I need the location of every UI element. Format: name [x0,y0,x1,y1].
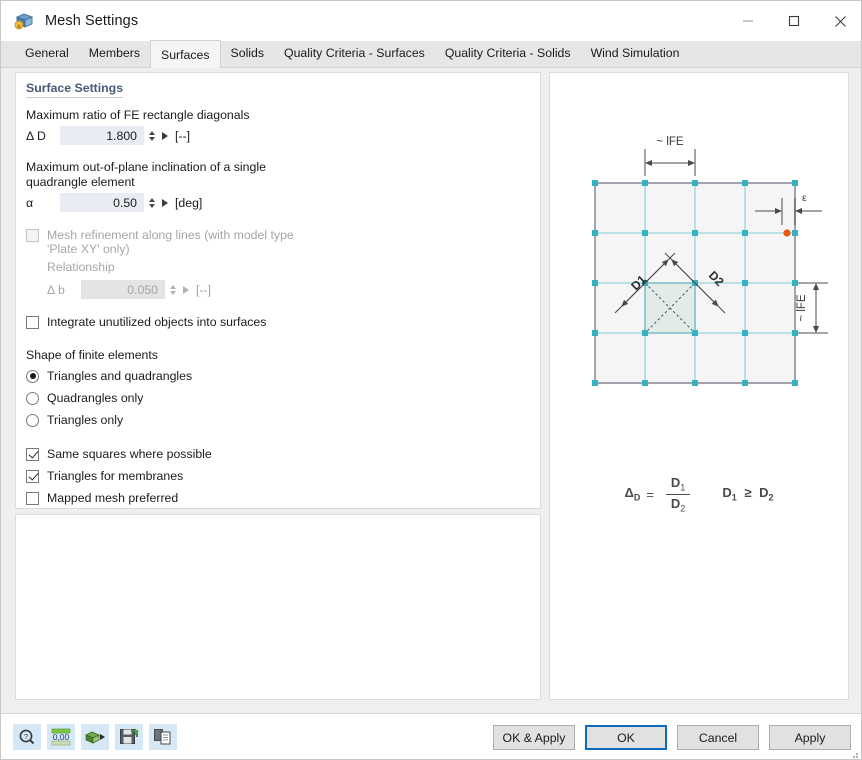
checkbox-same-squares-label: Same squares where possible [47,447,212,461]
spinner-up-icon[interactable] [149,198,155,202]
radio-quadrangles-only-label: Quadrangles only [47,391,143,405]
checkbox-box [26,229,39,242]
apply-button[interactable]: Apply [769,725,851,750]
radio-triangles-and-quadrangles-label: Triangles and quadrangles [47,369,192,383]
svg-text:0,00: 0,00 [53,732,70,742]
checkbox-mesh-refinement-label: Mesh refinement along lines (with model … [47,228,294,256]
label-shape-of-finite-elements: Shape of finite elements [26,348,158,363]
window-controls [725,1,862,41]
checkbox-mesh-refinement: Mesh refinement along lines (with model … [26,228,294,256]
checkbox-mapped-mesh-preferred[interactable]: Mapped mesh preferred [26,491,178,505]
radio-circle[interactable] [26,370,39,383]
tab-members[interactable]: Members [79,40,150,67]
spinner-down-icon[interactable] [149,137,155,141]
dialog-body: Surface Settings Maximum ratio of FE rec… [1,68,862,713]
mesh-settings-icon: e [13,10,35,32]
checkbox-box[interactable] [26,492,39,505]
formula-numerator: D1 [666,475,690,495]
field-max-inclination: α 0.50 [deg] [26,193,202,212]
spinner-relationship [167,280,178,299]
minimize-button[interactable] [725,1,771,41]
svg-text:?: ? [24,732,28,741]
tab-surfaces[interactable]: Surfaces [150,40,221,68]
diagram-panel: ~ lFE ε ~ lFE [549,72,849,700]
field-label-delta-d: Δ D [26,129,60,143]
checkbox-triangles-for-membranes[interactable]: Triangles for membranes [26,469,183,483]
diagram-top-dim-label: ~ lFE [656,136,683,148]
radio-circle[interactable] [26,392,39,405]
input-max-inclination[interactable]: 0.50 [60,193,144,212]
footer-toolbar: ? 0,00 [13,724,177,750]
checkbox-triangles-for-membranes-label: Triangles for membranes [47,469,183,483]
units-icon[interactable]: 0,00 [47,724,75,750]
formula-equals: = [646,487,654,502]
field-max-ratio: Δ D 1.800 [--] [26,126,190,145]
window-title: Mesh Settings [45,13,138,29]
checkbox-integrate-unutilized[interactable]: Integrate unutilized objects into surfac… [26,315,266,329]
section-title-surface-settings: Surface Settings [26,81,123,98]
maximize-button[interactable] [771,1,817,41]
dropdown-arrow-icon-max-inclination[interactable] [162,199,168,207]
tab-quality-criteria-solids[interactable]: Quality Criteria - Solids [435,40,581,67]
mesh-settings-window: e Mesh Settings General Members Surfaces… [0,0,862,760]
mesh-diagram: ~ lFE ε ~ lFE [550,73,848,478]
copy-icon[interactable] [149,724,177,750]
ok-and-apply-button[interactable]: OK & Apply [493,725,575,750]
spinner-max-inclination[interactable] [146,193,157,212]
spinner-up-icon [170,285,176,289]
tab-quality-criteria-surfaces[interactable]: Quality Criteria - Surfaces [274,40,435,67]
radio-triangles-only-label: Triangles only [47,413,123,427]
spinner-down-icon[interactable] [149,204,155,208]
formula-denominator: D2 [666,495,690,514]
dialog-buttons: OK & Apply OK Cancel Apply [493,725,851,750]
tab-solids[interactable]: Solids [221,40,275,67]
close-button[interactable] [817,1,862,41]
mesh-run-icon[interactable] [81,724,109,750]
checkbox-box[interactable] [26,470,39,483]
spinner-max-ratio[interactable] [146,126,157,145]
checkbox-box[interactable] [26,448,39,461]
input-relationship: 0.050 [81,280,165,299]
ok-button[interactable]: OK [585,725,667,750]
radio-triangles-only[interactable]: Triangles only [26,413,123,427]
diagram-formula: ΔD = D1 D2 D1 ≥ D2 [550,475,848,513]
radio-quadrangles-only[interactable]: Quadrangles only [26,391,143,405]
checkbox-same-squares[interactable]: Same squares where possible [26,447,212,461]
diagram-right-dim-label: ~ lFE [796,294,808,321]
label-max-inclination: Maximum out-of-plane inclination of a si… [26,160,266,190]
dropdown-arrow-icon-relationship [183,286,189,294]
title-bar: e Mesh Settings [1,1,862,41]
spinner-down-icon [170,291,176,295]
tab-general[interactable]: General [15,40,79,67]
lower-empty-panel [15,514,541,700]
diagram-epsilon-label: ε [802,192,807,204]
field-relationship: Δ b 0.050 [--] [47,280,211,299]
field-label-alpha: α [26,196,60,210]
label-max-ratio: Maximum ratio of FE rectangle diagonals [26,108,250,123]
formula-lhs: ΔD [624,485,640,503]
resize-grip[interactable] [849,749,859,759]
radio-circle[interactable] [26,414,39,427]
checkbox-box[interactable] [26,316,39,329]
footer-bar: ? 0,00 [1,713,862,760]
label-relationship: Relationship [47,260,115,275]
help-icon[interactable]: ? [13,724,41,750]
formula-condition: D1 ≥ D2 [722,485,773,503]
unit-max-inclination: [deg] [175,196,202,210]
radio-triangles-and-quadrangles[interactable]: Triangles and quadrangles [26,369,192,383]
surface-settings-panel: Surface Settings Maximum ratio of FE rec… [15,72,541,509]
dropdown-arrow-icon-max-ratio[interactable] [162,132,168,140]
formula-fraction: D1 D2 [666,475,690,513]
spinner-up-icon[interactable] [149,131,155,135]
tab-strip: General Members Surfaces Solids Quality … [1,41,862,68]
unit-relationship: [--] [196,283,211,297]
field-label-delta-b: Δ b [47,283,81,297]
save-icon[interactable] [115,724,143,750]
input-max-ratio[interactable]: 1.800 [60,126,144,145]
cancel-button[interactable]: Cancel [677,725,759,750]
unit-max-ratio: [--] [175,129,190,143]
tab-wind-simulation[interactable]: Wind Simulation [581,40,690,67]
checkbox-mapped-mesh-preferred-label: Mapped mesh preferred [47,491,178,505]
checkbox-integrate-unutilized-label: Integrate unutilized objects into surfac… [47,315,266,329]
